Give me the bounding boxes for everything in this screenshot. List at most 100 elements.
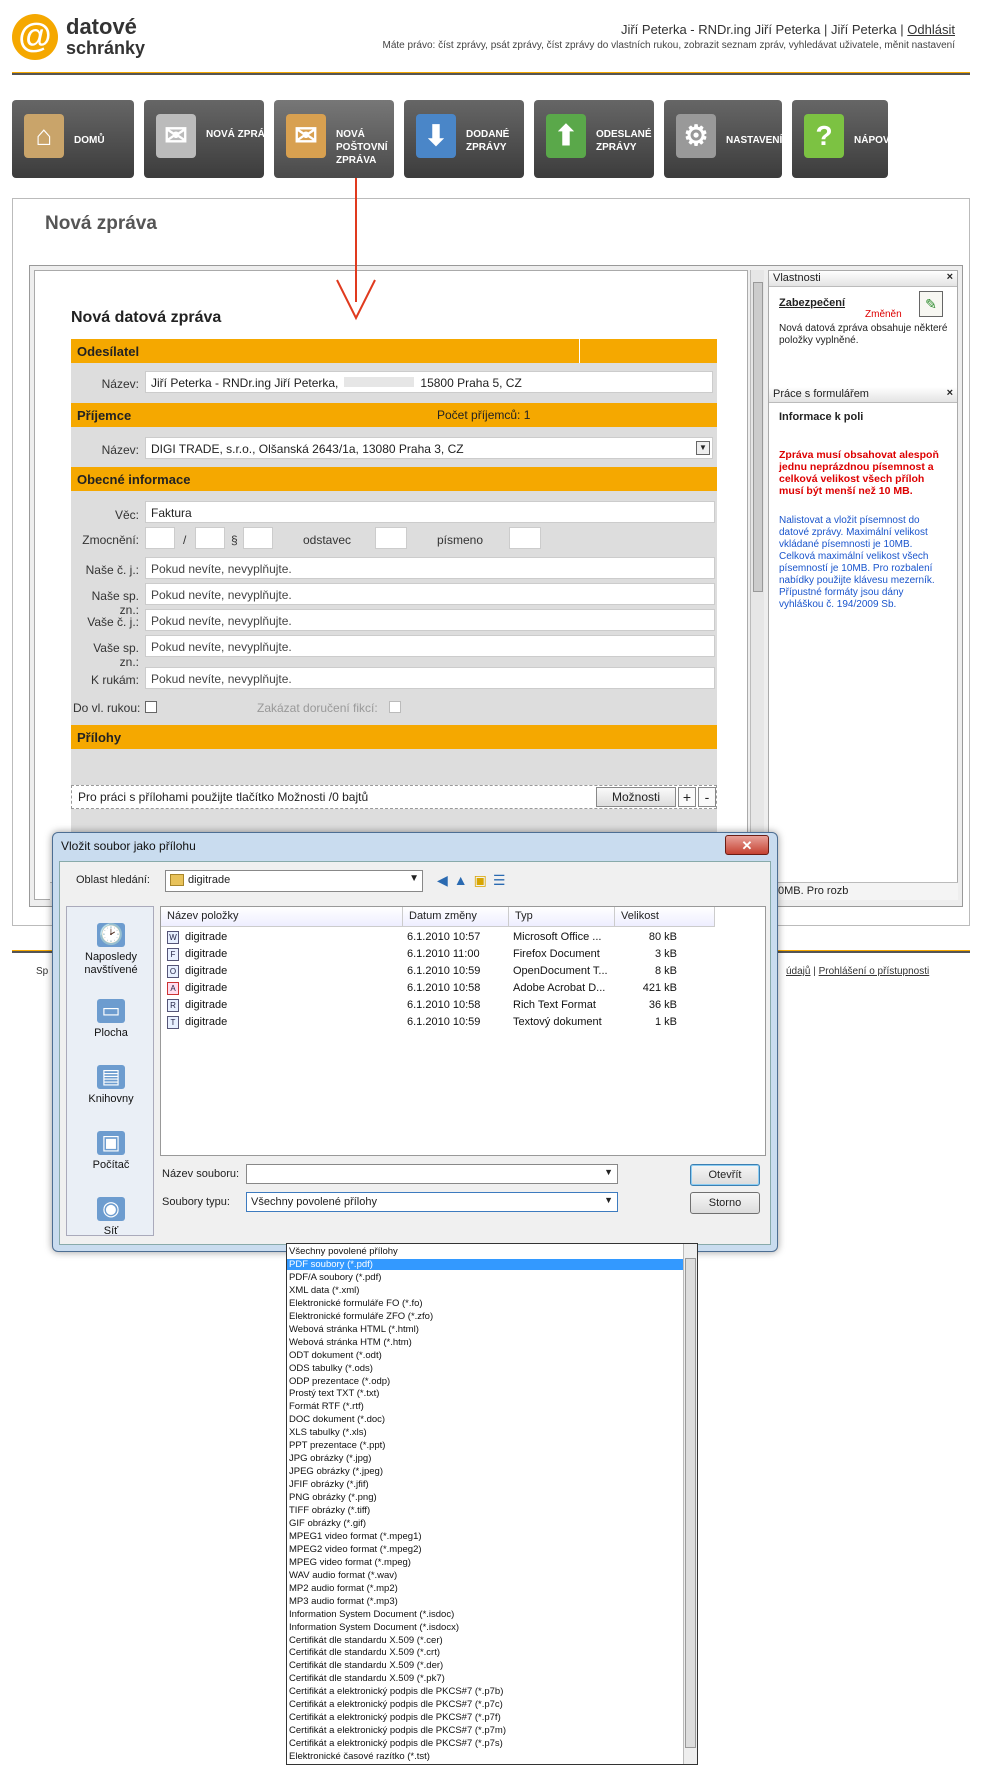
filetype-option[interactable]: Certifikát dle standardu X.509 (*.cer) — [287, 1635, 683, 1646]
your-file-input[interactable]: Pokud nevíte, nevyplňujte. — [145, 635, 715, 657]
column-name[interactable]: Název položky — [161, 907, 403, 927]
back-icon[interactable]: ◀ — [437, 872, 454, 888]
filetype-option[interactable]: PDF soubory (*.pdf) — [287, 1258, 683, 1270]
filetype-option[interactable]: Certifikát dle standardu X.509 (*.pk7) — [287, 1673, 683, 1684]
recipient-select[interactable]: DIGI TRADE, s.r.o., Olšanská 2643/1a, 13… — [145, 437, 713, 459]
close-icon[interactable]: ✕ — [725, 835, 769, 855]
up-folder-icon[interactable]: ▲ — [454, 872, 474, 888]
filetype-option[interactable]: XLS tabulky (*.xls) — [287, 1427, 683, 1438]
nav-home-button[interactable]: ⌂ Domů — [12, 100, 134, 178]
filetype-option[interactable]: Certifikát dle standardu X.509 (*.crt) — [287, 1647, 683, 1658]
accessibility-link[interactable]: Prohlášení o přístupnosti — [819, 966, 930, 977]
filetype-option[interactable]: Certifikát dle standardu X.509 (*.der) — [287, 1660, 683, 1671]
logo-at-icon[interactable]: @ — [12, 14, 58, 60]
filetype-option[interactable]: Webová stránka HTML (*.html) — [287, 1324, 683, 1335]
new-folder-icon[interactable]: ▣ — [474, 872, 493, 888]
file-row[interactable]: Odigitrade 6.1.2010 10:59 OpenDocument T..… — [161, 963, 767, 980]
column-date[interactable]: Datum změny — [403, 907, 509, 927]
filetype-option[interactable]: MPEG video format (*.mpeg) — [287, 1557, 683, 1568]
filetype-option[interactable]: Webová stránka HTM (*.htm) — [287, 1337, 683, 1348]
filetype-option[interactable]: ODS tabulky (*.ods) — [287, 1363, 683, 1374]
filetype-option[interactable]: JPEG obrázky (*.jpeg) — [287, 1466, 683, 1477]
filetype-option[interactable]: Certifikát a elektronický podpis dle PKC… — [287, 1712, 683, 1723]
filetype-option[interactable]: PDF/A soubory (*.pdf) — [287, 1272, 683, 1283]
auth-year-input[interactable] — [195, 527, 225, 549]
auth-pismeno-input[interactable] — [509, 527, 541, 549]
filetype-option[interactable]: PNG obrázky (*.png) — [287, 1492, 683, 1503]
filetype-option[interactable]: MPEG1 video format (*.mpeg1) — [287, 1531, 683, 1542]
chevron-down-icon[interactable]: ▼ — [604, 1167, 613, 1177]
remove-attachment-button[interactable]: - — [698, 787, 716, 807]
filetype-option[interactable]: Certifikát a elektronický podpis dle PKC… — [287, 1725, 683, 1736]
scrollbar-thumb[interactable] — [753, 282, 763, 592]
options-button[interactable]: Možnosti — [596, 787, 676, 807]
column-type[interactable]: Typ — [509, 907, 615, 927]
filetype-option[interactable]: Information System Document (*.isdocx) — [287, 1622, 683, 1633]
filetype-option[interactable]: Certifikát a elektronický podpis dle PKC… — [287, 1738, 683, 1749]
look-in-select[interactable]: digitrade ▼ — [165, 870, 423, 892]
place-item[interactable]: ▤ Knihovny — [67, 1065, 155, 1106]
file-row[interactable]: Fdigitrade 6.1.2010 11:00 Firefox Document… — [161, 946, 767, 963]
filetype-option[interactable]: MP2 audio format (*.mp2) — [287, 1583, 683, 1594]
our-ref-input[interactable]: Pokud nevíte, nevyplňujte. — [145, 557, 715, 579]
close-icon[interactable]: × — [947, 271, 953, 283]
our-file-input[interactable]: Pokud nevíte, nevyplňujte. — [145, 583, 715, 605]
column-size[interactable]: Velikost — [615, 907, 715, 927]
filetype-option[interactable]: Formát RTF (*.rtf) — [287, 1401, 683, 1412]
file-row[interactable]: Wdigitrade 6.1.2010 10:57 Microsoft Office… — [161, 929, 767, 946]
nav-question-button[interactable]: ? Nápověda — [792, 100, 911, 178]
filetype-option[interactable]: XML data (*.xml) — [287, 1285, 683, 1296]
close-icon[interactable]: × — [947, 387, 953, 399]
file-row[interactable]: Tdigitrade 6.1.2010 10:59 Textový dokument… — [161, 1014, 767, 1031]
place-item[interactable]: ▣ Počítač — [67, 1131, 155, 1172]
filetype-option[interactable]: Elektronické formuláře ZFO (*.zfo) — [287, 1311, 683, 1322]
auth-law-input[interactable] — [145, 527, 175, 549]
place-item[interactable]: 🕑 Naposledy navštívené — [67, 923, 155, 977]
scrollbar-thumb[interactable] — [685, 1258, 696, 1748]
data-link[interactable]: údajů — [786, 966, 810, 977]
filetype-option[interactable]: TIFF obrázky (*.tiff) — [287, 1505, 683, 1516]
filetype-option[interactable]: DOC dokument (*.doc) — [287, 1414, 683, 1425]
filetype-option[interactable]: MPEG2 video format (*.mpeg2) — [287, 1544, 683, 1555]
filetype-option[interactable]: WAV audio format (*.wav) — [287, 1570, 683, 1581]
filetype-option[interactable]: Certifikát a elektronický podpis dle PKC… — [287, 1699, 683, 1710]
dropdown-arrow-icon[interactable]: ▼ — [696, 441, 710, 455]
filetype-select[interactable]: Všechny povolené přílohy ▼ — [246, 1192, 618, 1212]
form-scrollbar[interactable] — [750, 270, 764, 900]
filetype-option[interactable]: Elektronické formuláře FO (*.fo) — [287, 1298, 683, 1309]
filetype-option[interactable]: JPG obrázky (*.jpg) — [287, 1453, 683, 1464]
personal-delivery-checkbox[interactable] — [145, 701, 157, 713]
filetype-option[interactable]: Prostý text TXT (*.txt) — [287, 1388, 683, 1399]
filetype-option[interactable]: Elektronické časové razítko (*.tst) — [287, 1751, 683, 1762]
add-attachment-button[interactable]: + — [678, 787, 696, 807]
chevron-down-icon[interactable]: ▼ — [409, 873, 419, 884]
dropdown-scrollbar[interactable] — [683, 1244, 697, 1764]
open-button[interactable]: Otevřít — [690, 1164, 760, 1186]
file-row[interactable]: Rdigitrade 6.1.2010 10:58 Rich Text Format… — [161, 997, 767, 1014]
auth-paragraph-input[interactable] — [243, 527, 273, 549]
attention-input[interactable]: Pokud nevíte, nevyplňujte. — [145, 667, 715, 689]
nav-inbox-button[interactable]: ⬇ Dodané zprávy — [404, 100, 524, 178]
filetype-option[interactable]: PPT prezentace (*.ppt) — [287, 1440, 683, 1451]
logout-link[interactable]: Odhlásit — [907, 22, 955, 37]
nav-envelope-button[interactable]: ✉ Nová zpráva — [144, 100, 278, 178]
filetype-option[interactable]: Information System Document (*.isdoc) — [287, 1609, 683, 1620]
cancel-button[interactable]: Storno — [690, 1192, 760, 1214]
your-ref-input[interactable]: Pokud nevíte, nevyplňujte. — [145, 609, 715, 631]
filetype-option[interactable]: Všechny povolené přílohy — [287, 1246, 683, 1257]
view-menu-icon[interactable]: ☰ — [493, 872, 512, 888]
nav-gears-button[interactable]: ⚙ Nastavení — [664, 100, 782, 178]
filetype-option[interactable]: Certifikát a elektronický podpis dle PKC… — [287, 1686, 683, 1697]
place-item[interactable]: ◉ Síť — [67, 1197, 155, 1238]
filetype-option[interactable]: ODT dokument (*.odt) — [287, 1350, 683, 1361]
nav-outbox-button[interactable]: ⬆ Odeslané zprávy — [534, 100, 654, 178]
place-item[interactable]: ▭ Plocha — [67, 999, 155, 1040]
nav-postal-envelope-button[interactable]: ✉ Nová poštovní zpráva — [274, 100, 394, 178]
filetype-option[interactable]: ODP prezentace (*.odp) — [287, 1376, 683, 1387]
filetype-option[interactable]: GIF obrázky (*.gif) — [287, 1518, 683, 1529]
filetype-option[interactable]: MP3 audio format (*.mp3) — [287, 1596, 683, 1607]
file-row[interactable]: Adigitrade 6.1.2010 10:58 Adobe Acrobat D.… — [161, 980, 767, 997]
auth-odstavec-input[interactable] — [375, 527, 407, 549]
chevron-down-icon[interactable]: ▼ — [604, 1195, 613, 1205]
filetype-option[interactable]: JFIF obrázky (*.jfif) — [287, 1479, 683, 1490]
